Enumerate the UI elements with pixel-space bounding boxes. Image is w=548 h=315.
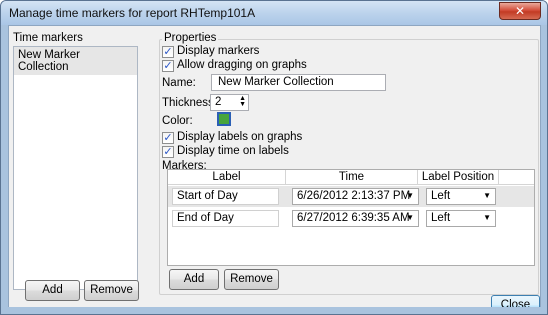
title-bar: Manage time markers for report RHTemp101… (1, 1, 547, 25)
window-title: Manage time markers for report RHTemp101… (9, 6, 256, 20)
marker-time-dropdown[interactable]: 6/26/2012 2:13:37 PM ▼ (292, 188, 419, 205)
list-item[interactable]: New Marker Collection (14, 47, 137, 75)
dialog-window: Manage time markers for report RHTemp101… (0, 0, 548, 315)
marker-time-value: 6/26/2012 2:13:37 PM (297, 190, 411, 202)
chevron-down-icon: ▼ (406, 213, 414, 222)
markers-table-header: Label Time Label Position (168, 170, 534, 185)
display-markers-checkbox[interactable]: ✓ (162, 46, 174, 58)
table-row[interactable]: Start of Day 6/26/2012 2:13:37 PM ▼ Left… (168, 186, 534, 207)
label-position-value: Left (431, 190, 451, 202)
thickness-stepper[interactable]: 2 ▲ ▼ (210, 94, 249, 111)
properties-title: Properties (162, 32, 219, 44)
chevron-down-icon: ▼ (406, 191, 414, 200)
marker-label-field[interactable]: Start of Day (172, 188, 279, 205)
allow-dragging-checkbox[interactable]: ✓ (162, 60, 174, 72)
marker-label-field[interactable]: End of Day (172, 210, 279, 227)
chevron-down-icon: ▼ (483, 213, 491, 222)
window-bottom-frame (1, 307, 547, 314)
name-label: Name: (162, 77, 196, 89)
marker-time-value: 6/27/2012 6:39:35 AM (297, 212, 410, 224)
column-header-time: Time (338, 171, 365, 183)
display-labels-label: Display labels on graphs (177, 131, 303, 143)
remove-collection-button[interactable]: Remove (84, 280, 139, 301)
spin-arrows-icon[interactable]: ▲ ▼ (239, 95, 246, 108)
time-markers-list[interactable]: New Marker Collection (13, 46, 138, 290)
chevron-down-icon: ▼ (483, 191, 491, 200)
label-position-value: Left (431, 212, 451, 224)
display-markers-label: Display markers (177, 45, 260, 57)
add-marker-button[interactable]: Add (169, 269, 219, 290)
display-time-label: Display time on labels (177, 145, 289, 157)
column-header-label: Label (212, 171, 241, 183)
marker-time-dropdown[interactable]: 6/27/2012 6:39:35 AM ▼ (292, 210, 419, 227)
markers-table: Label Time Label Position Start of Day 6… (167, 169, 535, 266)
label-position-dropdown[interactable]: Left ▼ (426, 188, 496, 205)
thickness-label: Thickness: (162, 97, 217, 109)
column-header-position: Label Position (421, 171, 495, 183)
add-collection-button[interactable]: Add (25, 280, 80, 301)
remove-marker-button[interactable]: Remove (224, 269, 279, 290)
window-close-button[interactable]: ✕ (499, 2, 541, 20)
color-picker-swatch[interactable] (217, 112, 231, 126)
thickness-value: 2 (215, 96, 222, 108)
color-label: Color: (162, 115, 193, 127)
name-field[interactable]: New Marker Collection (211, 74, 386, 91)
time-markers-title: Time markers (13, 32, 83, 44)
dialog-body: Time markers New Marker Collection Add R… (8, 25, 541, 314)
table-row[interactable]: End of Day 6/27/2012 6:39:35 AM ▼ Left ▼ (168, 208, 534, 229)
display-labels-checkbox[interactable]: ✓ (162, 132, 174, 144)
allow-dragging-label: Allow dragging on graphs (177, 59, 307, 71)
display-time-checkbox[interactable]: ✓ (162, 146, 174, 158)
label-position-dropdown[interactable]: Left ▼ (426, 210, 496, 227)
